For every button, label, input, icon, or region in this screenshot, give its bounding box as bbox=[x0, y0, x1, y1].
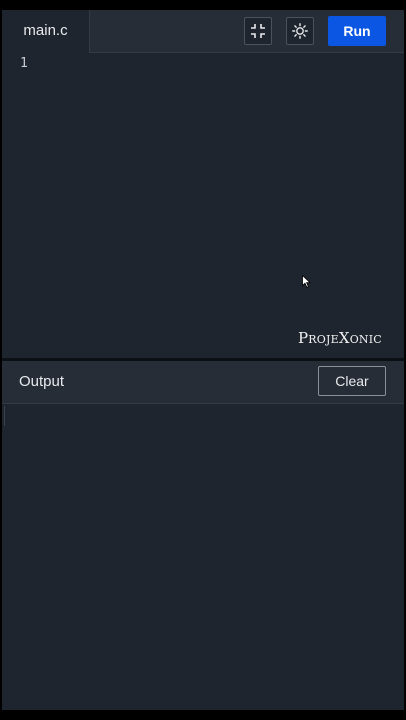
line-number: 1 bbox=[20, 56, 28, 71]
output-console[interactable] bbox=[2, 404, 404, 710]
output-gutter bbox=[4, 406, 5, 426]
exit-fullscreen-icon bbox=[250, 23, 266, 39]
clear-button[interactable]: Clear bbox=[318, 366, 386, 396]
output-header: Output Clear bbox=[2, 361, 404, 404]
sun-icon bbox=[292, 23, 308, 39]
code-editor-app: main.c Run 1 ProjeXonic Output Clear bbox=[2, 10, 404, 710]
file-tab-main-c[interactable]: main.c bbox=[2, 10, 90, 53]
watermark-logo: ProjeXonic bbox=[298, 329, 382, 347]
theme-toggle-button[interactable] bbox=[286, 17, 314, 45]
run-button[interactable]: Run bbox=[328, 16, 386, 46]
editor-toolbar: main.c Run bbox=[2, 10, 404, 53]
code-editor-area[interactable]: 1 ProjeXonic bbox=[2, 53, 404, 358]
exit-fullscreen-button[interactable] bbox=[244, 17, 272, 45]
output-title: Output bbox=[19, 373, 65, 390]
mouse-pointer-icon bbox=[302, 274, 312, 293]
